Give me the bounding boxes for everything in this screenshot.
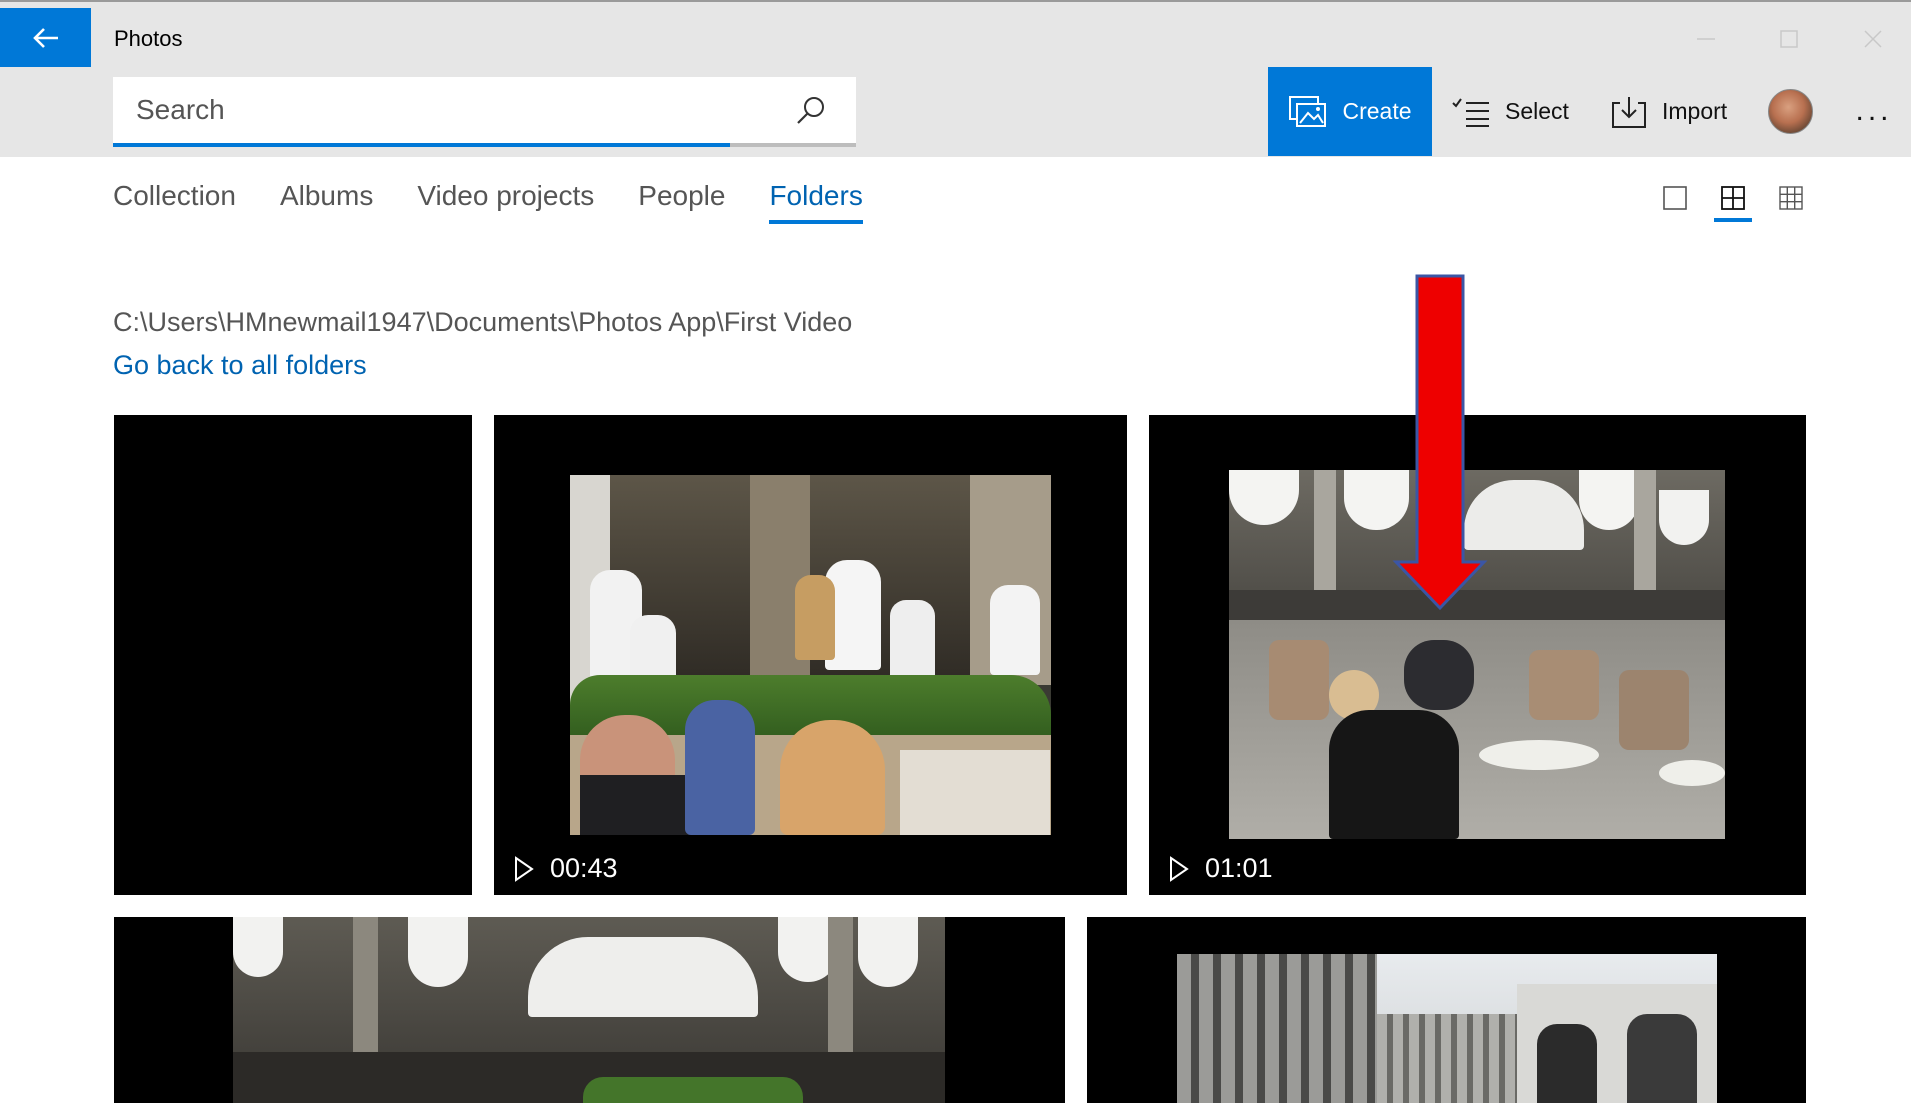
select-label: Select xyxy=(1505,98,1569,124)
create-button[interactable]: Create xyxy=(1268,67,1432,156)
import-label: Import xyxy=(1662,98,1728,124)
video-duration: 00:43 xyxy=(514,853,618,884)
tab-bar: Collection Albums Video projects People … xyxy=(113,180,907,224)
search-icon[interactable] xyxy=(793,93,829,129)
medium-grid-button[interactable] xyxy=(1714,180,1752,222)
title-bar: Photos xyxy=(0,0,1911,68)
single-view-button[interactable] xyxy=(1656,180,1694,222)
video-duration: 01:01 xyxy=(1169,853,1273,884)
select-icon xyxy=(1452,97,1489,127)
single-view-icon xyxy=(1663,186,1687,210)
video-thumbnail xyxy=(233,917,945,1103)
video-tile[interactable] xyxy=(114,917,1065,1103)
app-title: Photos xyxy=(114,26,183,51)
maximize-icon[interactable] xyxy=(1774,24,1804,54)
tab-video-projects[interactable]: Video projects xyxy=(417,180,594,224)
red-annotation-arrow xyxy=(1392,274,1488,611)
media-tile[interactable] xyxy=(114,415,472,895)
tab-people[interactable]: People xyxy=(638,180,725,224)
import-icon xyxy=(1612,96,1646,128)
search-input[interactable] xyxy=(113,77,856,143)
create-icon xyxy=(1289,95,1327,127)
small-grid-button[interactable] xyxy=(1772,180,1810,222)
select-button[interactable]: Select xyxy=(1451,67,1569,156)
go-back-link[interactable]: Go back to all folders xyxy=(113,350,367,381)
photo-thumbnail xyxy=(1177,954,1717,1103)
tab-folders[interactable]: Folders xyxy=(769,180,863,224)
duration-label: 00:43 xyxy=(550,853,618,883)
import-button[interactable]: Import xyxy=(1610,67,1727,156)
avatar[interactable] xyxy=(1768,89,1813,134)
back-button[interactable] xyxy=(0,8,91,68)
photo-tile[interactable] xyxy=(1087,917,1806,1103)
small-grid-icon xyxy=(1779,186,1803,210)
medium-grid-icon xyxy=(1721,186,1745,210)
play-icon xyxy=(515,855,534,882)
tab-collection[interactable]: Collection xyxy=(113,180,236,224)
search-underline xyxy=(730,143,856,147)
search-focus-underline xyxy=(113,143,730,147)
folder-path: C:\Users\HMnewmail1947\Documents\Photos … xyxy=(113,307,853,337)
tab-albums[interactable]: Albums xyxy=(280,180,373,224)
duration-label: 01:01 xyxy=(1205,853,1273,883)
create-label: Create xyxy=(1342,98,1412,124)
video-thumbnail xyxy=(570,475,1051,835)
view-options xyxy=(1656,180,1810,222)
close-icon[interactable] xyxy=(1858,24,1888,54)
minimize-icon[interactable] xyxy=(1691,24,1721,54)
back-arrow-icon xyxy=(32,28,58,48)
search-box xyxy=(113,77,856,147)
play-icon xyxy=(1170,855,1189,882)
more-icon[interactable]: ... xyxy=(1852,89,1896,133)
video-tile[interactable]: 00:43 xyxy=(494,415,1127,895)
toolbar: Create Select Import ... xyxy=(0,67,1911,157)
